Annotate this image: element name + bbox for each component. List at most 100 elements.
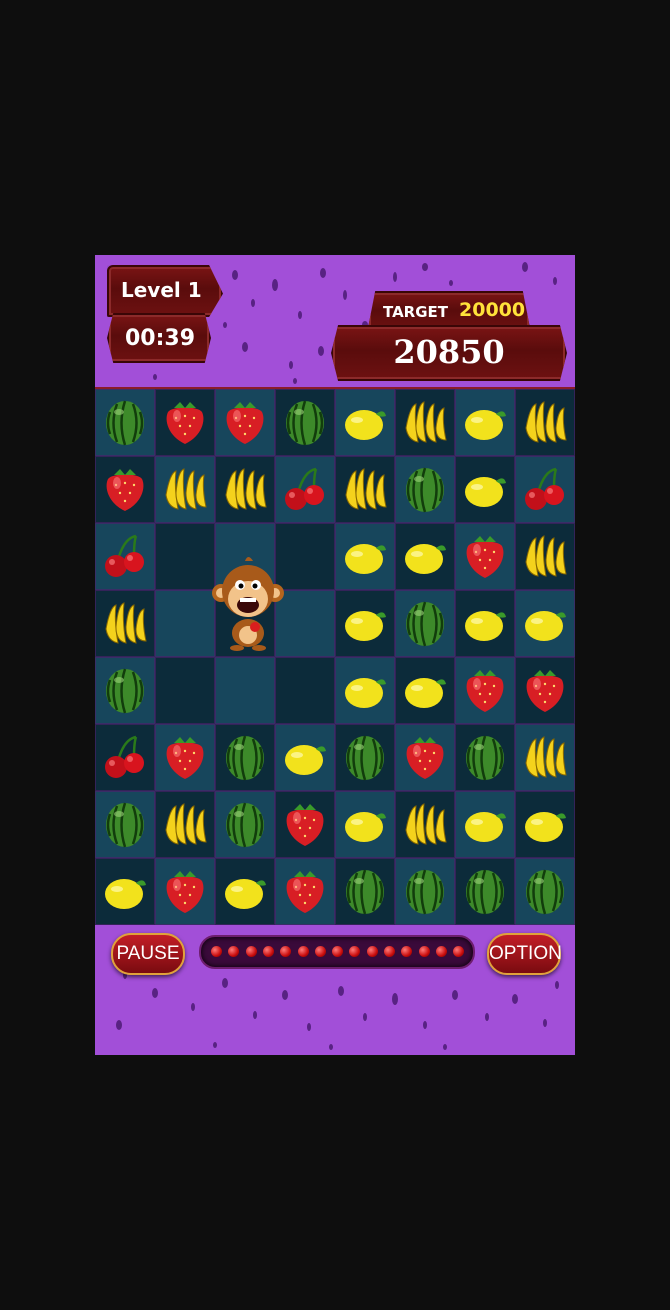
board-cell[interactable] bbox=[275, 724, 335, 791]
monkey-icon bbox=[212, 557, 284, 651]
strawberry-icon bbox=[280, 867, 330, 917]
board-cell[interactable] bbox=[395, 791, 455, 858]
board-cell[interactable] bbox=[515, 389, 575, 456]
watermelon-icon bbox=[220, 733, 270, 783]
board-cell[interactable] bbox=[155, 858, 215, 925]
strawberry-icon bbox=[400, 733, 450, 783]
board-cell-empty[interactable] bbox=[155, 523, 215, 590]
cherry-icon bbox=[100, 733, 150, 783]
pause-button[interactable]: PAUSE bbox=[111, 933, 185, 975]
watermelon-icon bbox=[400, 465, 450, 515]
board-cell[interactable] bbox=[395, 858, 455, 925]
board-cell[interactable] bbox=[455, 523, 515, 590]
progress-pip bbox=[384, 946, 395, 957]
board-cell-empty[interactable] bbox=[155, 657, 215, 724]
board-cell[interactable] bbox=[215, 389, 275, 456]
board-cell[interactable] bbox=[95, 523, 155, 590]
board-cell[interactable] bbox=[455, 389, 515, 456]
board-cell[interactable] bbox=[335, 657, 395, 724]
board-cell[interactable] bbox=[215, 791, 275, 858]
board-cell-empty[interactable] bbox=[275, 657, 335, 724]
board-cell[interactable] bbox=[335, 389, 395, 456]
board-cell[interactable] bbox=[335, 523, 395, 590]
watermelon-icon bbox=[340, 867, 390, 917]
board-cell[interactable] bbox=[335, 590, 395, 657]
banana-icon bbox=[520, 532, 570, 582]
progress-pip bbox=[366, 946, 378, 957]
timer-sign: 00:39 bbox=[107, 313, 211, 363]
board-cell[interactable] bbox=[515, 657, 575, 724]
board-cell[interactable] bbox=[95, 456, 155, 523]
banana-icon bbox=[400, 800, 450, 850]
board-cell[interactable] bbox=[455, 657, 515, 724]
strawberry-icon bbox=[160, 867, 210, 917]
board-cell[interactable] bbox=[515, 791, 575, 858]
board-cell[interactable] bbox=[515, 590, 575, 657]
board-cell[interactable] bbox=[515, 724, 575, 791]
board-cell[interactable] bbox=[335, 456, 395, 523]
cherry-icon bbox=[280, 465, 330, 515]
banana-icon bbox=[160, 800, 210, 850]
board-cell[interactable] bbox=[95, 724, 155, 791]
lemon-icon bbox=[460, 599, 510, 649]
lemon-icon bbox=[400, 666, 450, 716]
board-cell[interactable] bbox=[395, 657, 455, 724]
watermelon-icon bbox=[220, 800, 270, 850]
watermelon-icon bbox=[460, 867, 510, 917]
board-cell[interactable] bbox=[155, 791, 215, 858]
progress-pip bbox=[401, 946, 413, 957]
strawberry-icon bbox=[220, 398, 270, 448]
watermelon-icon bbox=[340, 733, 390, 783]
board-cell-empty[interactable] bbox=[215, 657, 275, 724]
progress-pip bbox=[349, 946, 361, 957]
progress-pip bbox=[453, 946, 465, 957]
board-cell[interactable] bbox=[455, 724, 515, 791]
board-cell[interactable] bbox=[155, 389, 215, 456]
board-cell[interactable] bbox=[395, 523, 455, 590]
board-cell[interactable] bbox=[395, 590, 455, 657]
lemon-icon bbox=[460, 465, 510, 515]
board-cell[interactable] bbox=[455, 590, 515, 657]
progress-pip bbox=[211, 946, 222, 957]
board-cell[interactable] bbox=[95, 389, 155, 456]
board-cell[interactable] bbox=[215, 456, 275, 523]
watermelon-icon bbox=[400, 867, 450, 917]
board-cell[interactable] bbox=[395, 389, 455, 456]
watermelon-icon bbox=[460, 733, 510, 783]
board-cell[interactable] bbox=[335, 858, 395, 925]
option-button[interactable]: OPTION bbox=[487, 933, 562, 975]
board-cell[interactable] bbox=[275, 456, 335, 523]
board-cell[interactable] bbox=[395, 724, 455, 791]
board-cell[interactable] bbox=[95, 858, 155, 925]
board-cell[interactable] bbox=[455, 791, 515, 858]
board-cell[interactable] bbox=[95, 791, 155, 858]
board-cell[interactable] bbox=[215, 858, 275, 925]
lemon-icon bbox=[460, 800, 510, 850]
board-cell[interactable] bbox=[395, 456, 455, 523]
board-cell[interactable] bbox=[275, 389, 335, 456]
progress-pip bbox=[228, 946, 240, 957]
board-cell[interactable] bbox=[275, 791, 335, 858]
cherry-icon bbox=[520, 465, 570, 515]
board-cell[interactable] bbox=[275, 858, 335, 925]
score-value: 20850 bbox=[393, 333, 505, 371]
board-cell[interactable] bbox=[95, 590, 155, 657]
timer-value: 00:39 bbox=[125, 326, 196, 351]
board-cell-empty[interactable] bbox=[155, 590, 215, 657]
board-cell[interactable] bbox=[515, 858, 575, 925]
target-value: 20000 bbox=[459, 299, 526, 321]
board-cell[interactable] bbox=[335, 724, 395, 791]
board-cell[interactable] bbox=[455, 456, 515, 523]
progress-pip bbox=[332, 946, 344, 957]
board-cell[interactable] bbox=[95, 657, 155, 724]
board-cell[interactable] bbox=[335, 791, 395, 858]
strawberry-icon bbox=[280, 800, 330, 850]
board-cell[interactable] bbox=[515, 523, 575, 590]
board-cell[interactable] bbox=[155, 456, 215, 523]
board-cell[interactable] bbox=[155, 724, 215, 791]
strawberry-icon bbox=[160, 398, 210, 448]
board-cell[interactable] bbox=[515, 456, 575, 523]
board-cell[interactable] bbox=[215, 724, 275, 791]
board-cell[interactable] bbox=[455, 858, 515, 925]
progress-pip bbox=[297, 946, 309, 957]
